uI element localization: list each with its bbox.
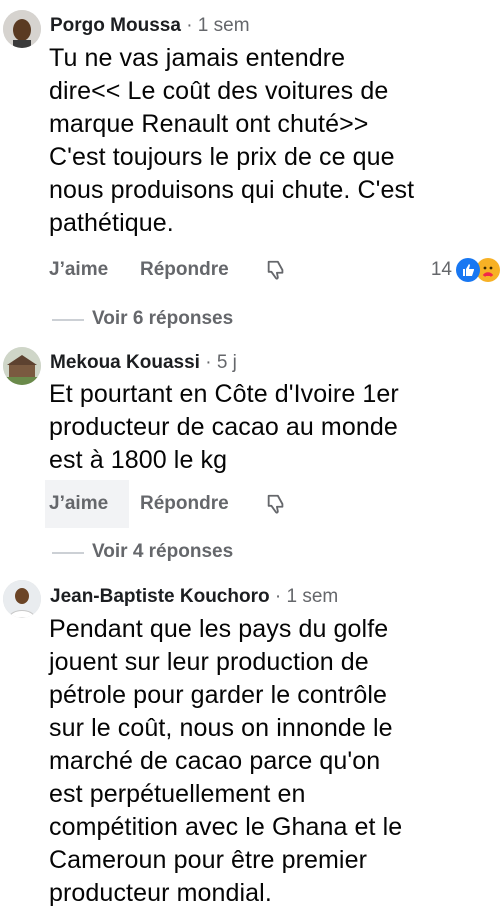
comment-text-line: compétition avec le Ghana et le [49,813,403,841]
comment-actions: J’aime Répondre 14 [49,246,504,294]
avatar[interactable] [3,10,41,48]
separator: · [205,352,212,373]
comment-author[interactable]: Jean-Baptiste Kouchoro [50,586,270,607]
reply-button[interactable]: Répondre [140,480,229,528]
reactions-summary[interactable]: 14 [431,246,500,294]
comment-text-line: producteur mondial. [49,879,272,907]
thumbs-down-icon[interactable] [265,259,287,281]
avatar[interactable] [3,580,41,618]
like-reaction-icon [456,258,480,282]
comment-text: Pendant que les pays du golfe jouent sur… [49,613,499,910]
comment-text-line: sur le coût, nous on innonde le [49,714,393,742]
reply-thread-line [52,319,84,321]
comment-text-line: Et pourtant en Côte d'Ivoire 1er [49,380,399,408]
view-replies-label: Voir 6 réponses [92,308,234,329]
comment-text-line: Tu ne vas jamais entendre [49,44,346,72]
comment-actions: J’aime Répondre [45,480,504,528]
comment-time[interactable]: 1 sem [286,586,338,607]
comment-text-line: dire<< Le coût des voitures de [49,77,389,105]
reply-thread-line [52,552,84,554]
comment-text: Et pourtant en Côte d'Ivoire 1er product… [49,378,499,477]
like-button[interactable]: J’aime [49,480,108,528]
comment-text-line: jouent sur leur production de [49,648,369,676]
comment-author[interactable]: Porgo Moussa [50,15,181,36]
comment-text-line: est perpétuellement en [49,780,306,808]
reply-button[interactable]: Répondre [140,246,229,294]
comment-author[interactable]: Mekoua Kouassi [50,352,200,373]
view-replies-label: Voir 4 réponses [92,541,234,562]
like-button[interactable]: J’aime [49,246,108,294]
comment-time[interactable]: 1 sem [198,15,250,36]
comment-text-line: marque Renault ont chuté>> [49,110,369,138]
comment-text-line: producteur de cacao au monde [49,413,398,441]
comment-time[interactable]: 5 j [217,352,237,373]
comment-text-line: nous produisons qui chute. C'est [49,176,415,204]
comment-text-line: Cameroun pour être premier [49,846,368,874]
reaction-count: 14 [430,259,452,280]
separator: · [274,586,282,607]
thumbs-down-icon[interactable] [265,493,287,515]
comment-text-line: pathétique. [49,209,174,237]
comment-text-line: pétrole pour garder le contrôle [49,681,388,709]
comment-text-line: C'est toujours le prix de ce que [49,143,395,171]
avatar[interactable] [3,347,41,385]
comment-text: Tu ne vas jamais entendre dire<< Le coût… [49,42,499,240]
comment-text-line: Pendant que les pays du golfe [49,615,389,643]
comment-text-line: est à 1800 le kg [49,446,228,474]
comment-text-line: marché de cacao parce qu'on [49,747,381,775]
separator: · [186,15,193,36]
